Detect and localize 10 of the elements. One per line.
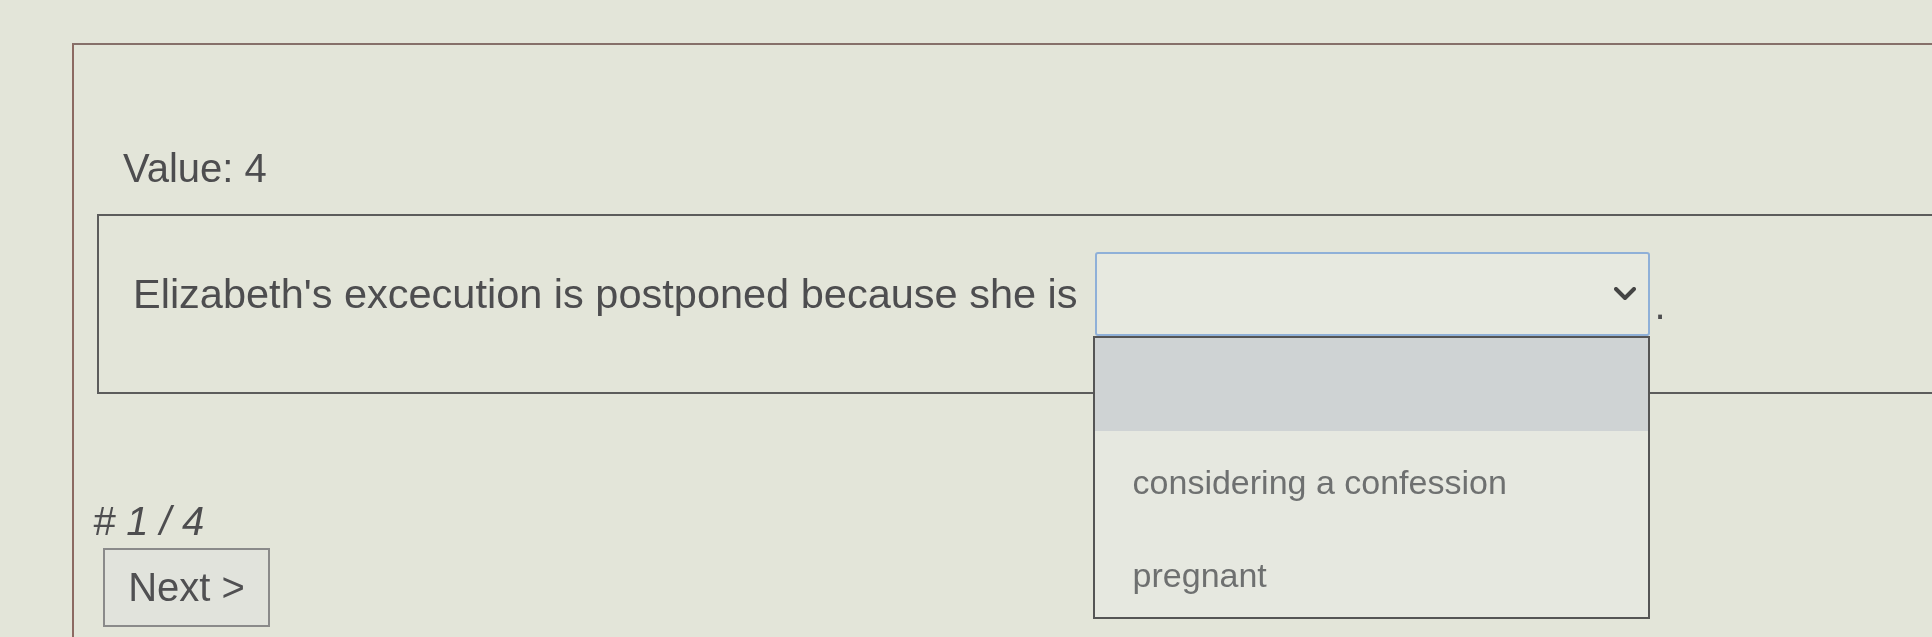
next-button[interactable]: Next > (103, 548, 270, 627)
question-text: Elizabeth's excecution is postponed because she is (133, 271, 1078, 317)
question-counter: # 1 / 4 (93, 498, 205, 544)
dropdown-option[interactable] (1094, 338, 1648, 431)
chevron-down-icon (1613, 287, 1636, 301)
dropdown-option[interactable]: considering a confession (1094, 431, 1648, 524)
dropdown-option[interactable]: pregnant (1094, 524, 1648, 617)
period-text: . (1654, 282, 1666, 328)
answer-dropdown[interactable] (1094, 252, 1650, 336)
value-label: Value: 4 (123, 145, 267, 191)
